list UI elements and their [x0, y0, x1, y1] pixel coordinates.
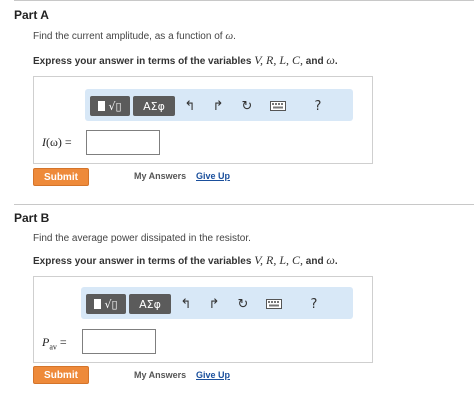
part-a-answer-input[interactable] — [86, 130, 160, 155]
reset-icon[interactable]: ↻ — [234, 294, 252, 314]
part-a-var-rest: (ω) = — [46, 135, 72, 149]
redo-icon[interactable]: ↱ — [209, 96, 227, 116]
part-b-instruction-vars: V, R, L, C, — [254, 253, 303, 267]
part-a-prompt-var: ω — [225, 30, 234, 42]
templates-symbol: √▯ — [104, 297, 118, 311]
part-b-var-eq: = — [56, 335, 67, 349]
part-b-prompt: Find the average power dissipated in the… — [33, 233, 251, 244]
part-a-give-up-link[interactable]: Give Up — [196, 171, 230, 181]
top-divider — [14, 0, 474, 1]
part-b-instruction-text: Express your answer in terms of the vari… — [33, 256, 255, 267]
part-a-instruction-end: . — [334, 56, 338, 67]
part-b-give-up-link[interactable]: Give Up — [196, 370, 230, 380]
part-a-submit-button[interactable]: Submit — [33, 168, 89, 186]
part-b-divider — [14, 204, 474, 205]
template-square-icon — [94, 299, 102, 309]
part-a-math-toolbar: √▯ ΑΣφ ↰ ↱ ↻ ? — [85, 89, 353, 121]
part-a-prompt-end: . — [233, 31, 236, 42]
help-button[interactable]: ? — [309, 96, 327, 116]
template-square-icon — [98, 101, 106, 111]
part-b-my-answers-link[interactable]: My Answers — [134, 370, 186, 380]
part-b-instruction-and: and — [303, 256, 327, 267]
templates-button[interactable]: √▯ — [90, 96, 130, 116]
reset-icon[interactable]: ↻ — [238, 96, 256, 116]
keyboard-icon[interactable] — [268, 96, 288, 116]
part-a-prompt: Find the current amplitude, as a functio… — [33, 30, 236, 42]
part-a-instruction-text: Express your answer in terms of the vari… — [33, 56, 255, 67]
part-a-variable-label: I(ω) = — [42, 135, 72, 150]
templates-button[interactable]: √▯ — [86, 294, 126, 314]
part-b-answer-input[interactable] — [82, 329, 156, 354]
part-b-answer-box: √▯ ΑΣφ ↰ ↱ ↻ ? Pav = — [33, 276, 373, 363]
redo-icon[interactable]: ↱ — [205, 294, 223, 314]
keyboard-icon[interactable] — [264, 294, 284, 314]
part-b-variable-label: Pav = — [42, 335, 67, 351]
part-a-instruction-last-var: ω — [326, 53, 335, 67]
part-b-instruction: Express your answer in terms of the vari… — [33, 253, 338, 268]
part-a-instruction-and: and — [303, 56, 327, 67]
part-a-heading: Part A — [14, 8, 49, 22]
help-button[interactable]: ? — [305, 294, 323, 314]
greek-symbols-button[interactable]: ΑΣφ — [133, 96, 175, 116]
part-b-submit-button[interactable]: Submit — [33, 366, 89, 384]
part-a-my-answers-link[interactable]: My Answers — [134, 171, 186, 181]
part-a-instruction-vars: V, R, L, C, — [254, 53, 303, 67]
part-b-instruction-end: . — [334, 256, 338, 267]
part-a-instruction: Express your answer in terms of the vari… — [33, 53, 338, 68]
part-b-var-sub: av — [49, 342, 57, 352]
part-a-prompt-text: Find the current amplitude, as a functio… — [33, 31, 226, 42]
keyboard-glyph — [266, 299, 282, 309]
part-b-instruction-last-var: ω — [326, 253, 335, 267]
part-a-answer-box: √▯ ΑΣφ ↰ ↱ ↻ ? I(ω) = — [33, 76, 373, 164]
undo-icon[interactable]: ↰ — [177, 294, 195, 314]
templates-symbol: √▯ — [108, 99, 122, 113]
keyboard-glyph — [270, 101, 286, 111]
part-b-heading: Part B — [14, 211, 50, 225]
undo-icon[interactable]: ↰ — [181, 96, 199, 116]
greek-symbols-button[interactable]: ΑΣφ — [129, 294, 171, 314]
part-b-math-toolbar: √▯ ΑΣφ ↰ ↱ ↻ ? — [81, 287, 353, 319]
